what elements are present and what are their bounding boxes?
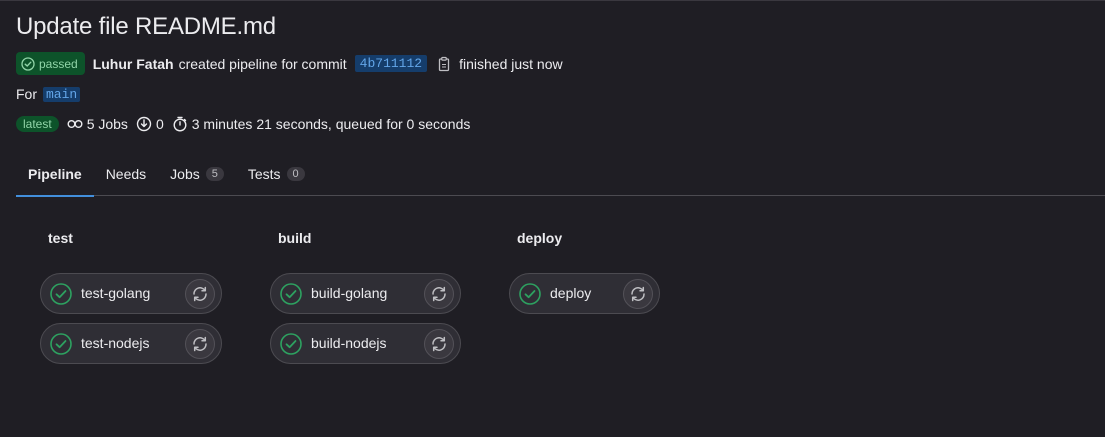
job-deploy[interactable]: deploy [509, 273, 660, 314]
jobs-count-label: 5 Jobs [86, 116, 128, 132]
jobs-count: 5 Jobs [67, 116, 128, 132]
status-badge[interactable]: passed [16, 52, 85, 75]
tests-count-badge: 0 [286, 166, 305, 181]
stage-title-deploy: deploy [517, 230, 563, 246]
retry-icon[interactable] [185, 329, 215, 359]
warnings-count: 0 [136, 116, 164, 132]
status-success-icon [21, 56, 35, 71]
jobs-count-badge: 5 [205, 166, 224, 181]
tab-needs[interactable]: Needs [94, 151, 158, 196]
tab-tests[interactable]: Tests 0 [236, 151, 317, 196]
duration-info: 3 minutes 21 seconds, queued for 0 secon… [172, 116, 471, 132]
finished-time: finished just now [459, 55, 563, 72]
pipeline-info: passed Luhur Fatah created pipeline for … [16, 52, 563, 75]
duration-label: 3 minutes 21 seconds, queued for 0 secon… [191, 116, 471, 132]
job-name: test-golang [81, 285, 151, 301]
job-name: test-nodejs [81, 335, 150, 351]
tab-label: Tests [247, 165, 281, 182]
retry-icon[interactable] [623, 279, 653, 309]
status-success-icon [50, 333, 72, 355]
stage-title-test: test [48, 230, 73, 246]
tab-pipeline[interactable]: Pipeline [16, 151, 94, 197]
status-success-icon [280, 333, 302, 355]
branch-info: For main [16, 86, 81, 102]
timer-icon [173, 116, 187, 132]
retry-icon[interactable] [185, 279, 215, 309]
status-success-icon [280, 283, 302, 305]
page-title: Update file README.md [16, 13, 276, 40]
job-name: build-golang [311, 285, 388, 301]
job-name: deploy [550, 285, 592, 301]
status-success-icon [50, 283, 72, 305]
job-test-nodejs[interactable]: test-nodejs [40, 323, 222, 364]
tab-jobs[interactable]: Jobs 5 [158, 151, 236, 196]
copy-to-clipboard-icon[interactable] [437, 56, 451, 72]
status-label: passed [39, 56, 78, 71]
pipeline-icon [67, 120, 83, 128]
warning-icon [136, 116, 152, 132]
retry-icon[interactable] [424, 329, 454, 359]
tab-label: Needs [105, 165, 147, 182]
tab-label: Jobs [170, 165, 200, 182]
author-link[interactable]: Luhur Fatah [93, 56, 174, 72]
job-test-golang[interactable]: test-golang [40, 273, 222, 314]
job-name: build-nodejs [311, 335, 387, 351]
job-build-nodejs[interactable]: build-nodejs [270, 323, 461, 364]
warnings-count-label: 0 [155, 116, 164, 132]
pipeline-action-text: created pipeline for commit [178, 55, 347, 72]
retry-icon[interactable] [424, 279, 454, 309]
tab-label: Pipeline [28, 165, 82, 182]
job-build-golang[interactable]: build-golang [270, 273, 461, 314]
commit-sha-link[interactable]: 4b711112 [354, 55, 428, 72]
stage-title-build: build [278, 230, 312, 246]
pipeline-meta: latest 5 Jobs 0 3 minutes 21 seconds, qu… [16, 116, 478, 132]
status-success-icon [519, 283, 541, 305]
pipeline-tabs: Pipeline Needs Jobs 5 Tests 0 [16, 151, 1105, 197]
for-label: For [16, 86, 37, 102]
branch-link[interactable]: main [43, 86, 81, 102]
latest-badge: latest [16, 116, 59, 132]
